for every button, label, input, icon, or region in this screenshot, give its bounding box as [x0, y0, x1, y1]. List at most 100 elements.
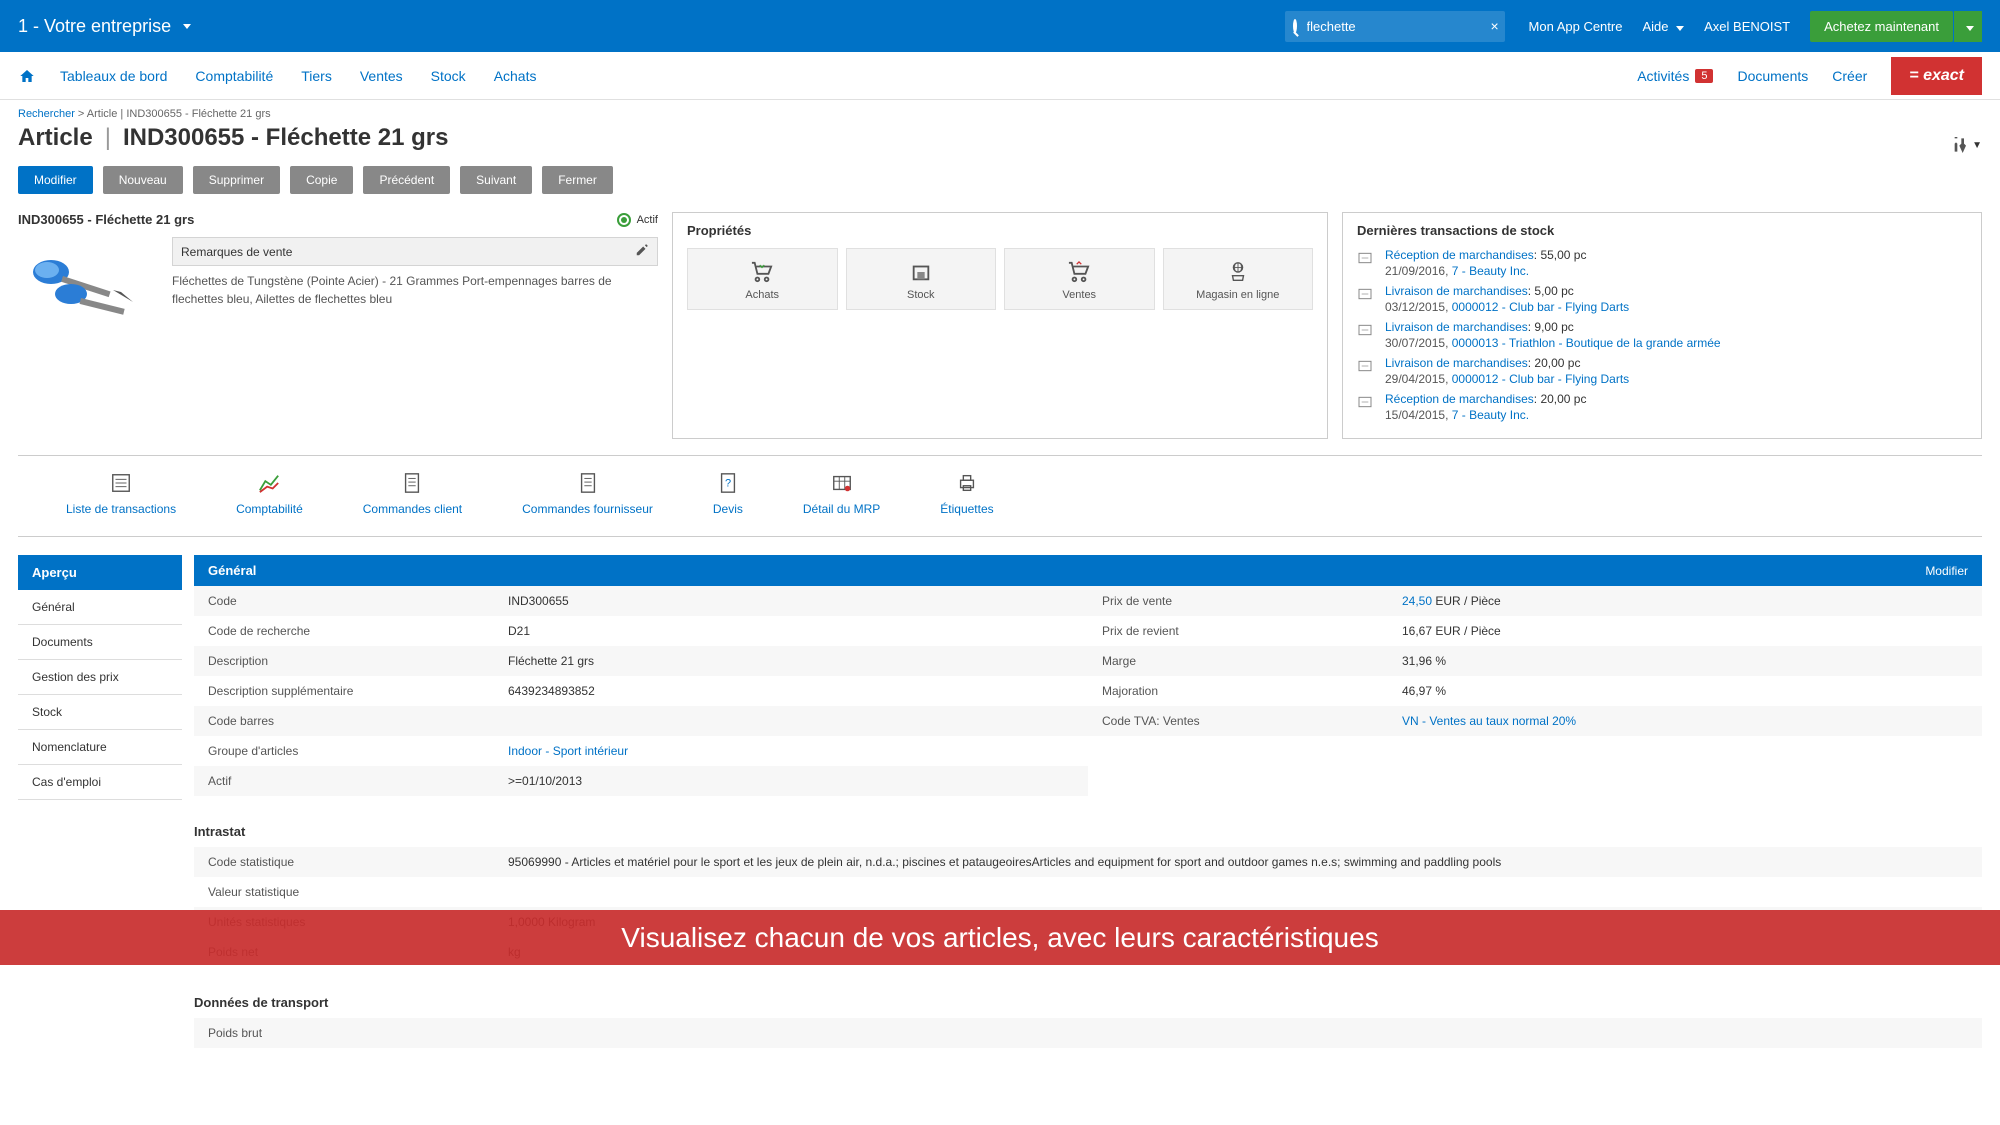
property-tile-stock[interactable]: Stock	[846, 248, 997, 310]
nav-tab-stock[interactable]: Stock	[431, 68, 466, 84]
help-link[interactable]: Aide	[1642, 19, 1684, 34]
detail-row: Marge31,96 %	[1088, 646, 1982, 676]
action-quotes[interactable]: ? Devis	[713, 470, 743, 516]
search-icon	[1293, 19, 1297, 33]
nav-tab-accounting[interactable]: Comptabilité	[195, 68, 273, 84]
modify-button[interactable]: Modifier	[18, 166, 93, 194]
warehouse-icon	[851, 259, 992, 285]
company-selector[interactable]: 1 - Votre entreprise	[18, 16, 191, 37]
property-tile-purchases[interactable]: Achats	[687, 248, 838, 310]
breadcrumb-search[interactable]: Rechercher	[18, 108, 75, 120]
document-icon	[363, 470, 462, 496]
sidebar-item-pricing[interactable]: Gestion des prix	[18, 660, 182, 695]
section-heading-general: Général	[208, 563, 256, 578]
detail-label: Valeur statistique	[208, 885, 508, 899]
property-tile-sales[interactable]: Ventes	[1004, 248, 1155, 310]
transaction-type-link[interactable]: Réception de marchandises	[1385, 392, 1534, 406]
cart-up-icon	[1009, 259, 1150, 285]
sidebar-item-general[interactable]: Général	[18, 590, 182, 625]
edit-icon[interactable]	[635, 243, 649, 260]
search-clear-icon[interactable]: ×	[1487, 18, 1503, 34]
documents-link[interactable]: Documents	[1737, 68, 1808, 84]
detail-value-link[interactable]: 24,50	[1402, 594, 1432, 608]
list-icon	[66, 470, 176, 496]
transaction-qty: 20,00 pc	[1534, 356, 1580, 370]
transaction-type-link[interactable]: Livraison de marchandises	[1385, 320, 1528, 334]
transaction-icon	[1357, 358, 1375, 386]
transaction-icon	[1357, 250, 1375, 278]
detail-label: Actif	[208, 774, 508, 788]
create-link[interactable]: Créer	[1832, 68, 1867, 84]
transaction-ref-link[interactable]: 0000012 - Club bar - Flying Darts	[1452, 372, 1629, 386]
detail-value: Fléchette 21 grs	[508, 654, 1074, 668]
detail-label: Description supplémentaire	[208, 684, 508, 698]
detail-label: Code	[208, 594, 508, 608]
new-button[interactable]: Nouveau	[103, 166, 183, 194]
detail-value-link[interactable]: Indoor - Sport intérieur	[508, 744, 628, 758]
detail-label: Description	[208, 654, 508, 668]
sidebar-item-bom[interactable]: Nomenclature	[18, 730, 182, 765]
transaction-ref-link[interactable]: 0000012 - Club bar - Flying Darts	[1452, 300, 1629, 314]
transaction-ref-link[interactable]: 7 - Beauty Inc.	[1452, 408, 1529, 422]
status-active-icon	[617, 213, 631, 227]
transaction-icon	[1357, 394, 1375, 422]
transaction-type-link[interactable]: Livraison de marchandises	[1385, 356, 1528, 370]
home-icon[interactable]	[18, 68, 36, 84]
status-label: Actif	[637, 214, 658, 226]
document-question-icon: ?	[713, 470, 743, 496]
transaction-date: 03/12/2015	[1385, 300, 1445, 314]
detail-row: Actif>=01/10/2013	[194, 766, 1088, 796]
user-link[interactable]: Axel BENOIST	[1704, 19, 1790, 34]
action-label: Devis	[713, 502, 743, 516]
action-labels[interactable]: Étiquettes	[940, 470, 993, 516]
delete-button[interactable]: Supprimer	[193, 166, 280, 194]
action-accounting[interactable]: Comptabilité	[236, 470, 303, 516]
transaction-type-link[interactable]: Réception de marchandises	[1385, 248, 1534, 262]
nav-tab-purchases[interactable]: Achats	[494, 68, 537, 84]
item-description: Fléchettes de Tungstène (Pointe Acier) -…	[172, 272, 658, 308]
detail-label: Code de recherche	[208, 624, 508, 638]
detail-value: 24,50 EUR / Pièce	[1402, 594, 1968, 608]
action-transactions-list[interactable]: Liste de transactions	[66, 470, 176, 516]
next-button[interactable]: Suivant	[460, 166, 532, 194]
transaction-type-link[interactable]: Livraison de marchandises	[1385, 284, 1528, 298]
app-centre-link[interactable]: Mon App Centre	[1529, 19, 1623, 34]
tile-label: Achats	[692, 289, 833, 301]
close-button[interactable]: Fermer	[542, 166, 613, 194]
detail-value: 46,97 %	[1402, 684, 1968, 698]
nav-tab-dashboards[interactable]: Tableaux de bord	[60, 68, 167, 84]
breadcrumb: Rechercher > Article | IND300655 - Fléch…	[18, 108, 1982, 120]
transaction-ref-link[interactable]: 0000013 - Triathlon - Boutique de la gra…	[1452, 336, 1721, 350]
page-tools-menu[interactable]: ▼	[1952, 137, 1982, 153]
transaction-date: 30/07/2015	[1385, 336, 1445, 350]
search-box[interactable]: ×	[1285, 11, 1505, 42]
sidebar-item-stock[interactable]: Stock	[18, 695, 182, 730]
sidebar-item-use-cases[interactable]: Cas d'emploi	[18, 765, 182, 800]
detail-label: Marge	[1102, 654, 1402, 668]
cart-down-icon	[692, 259, 833, 285]
detail-value-link[interactable]: VN - Ventes au taux normal 20%	[1402, 714, 1576, 728]
tile-label: Magasin en ligne	[1168, 289, 1309, 301]
detail-value	[508, 885, 1968, 899]
detail-row: Majoration46,97 %	[1088, 676, 1982, 706]
action-customer-orders[interactable]: Commandes client	[363, 470, 462, 516]
detail-value	[508, 1026, 1968, 1040]
chevron-down-icon	[1966, 26, 1974, 31]
copy-button[interactable]: Copie	[290, 166, 353, 194]
search-input[interactable]	[1303, 15, 1487, 38]
activities-link[interactable]: Activités 5	[1637, 68, 1713, 84]
nav-tab-relations[interactable]: Tiers	[301, 68, 332, 84]
detail-value: 16,67 EUR / Pièce	[1402, 624, 1968, 638]
buy-now-dropdown[interactable]	[1954, 11, 1982, 42]
tile-label: Stock	[851, 289, 992, 301]
nav-tab-sales[interactable]: Ventes	[360, 68, 403, 84]
buy-now-button[interactable]: Achetez maintenant	[1810, 11, 1953, 42]
section-modify-link[interactable]: Modifier	[1925, 564, 1968, 578]
page-title: Article | IND300655 - Fléchette 21 grs	[18, 124, 448, 152]
sidebar-item-documents[interactable]: Documents	[18, 625, 182, 660]
prev-button[interactable]: Précédent	[363, 166, 450, 194]
action-supplier-orders[interactable]: Commandes fournisseur	[522, 470, 653, 516]
action-mrp-detail[interactable]: Détail du MRP	[803, 470, 880, 516]
transaction-ref-link[interactable]: 7 - Beauty Inc.	[1452, 264, 1529, 278]
property-tile-online-shop[interactable]: Magasin en ligne	[1163, 248, 1314, 310]
